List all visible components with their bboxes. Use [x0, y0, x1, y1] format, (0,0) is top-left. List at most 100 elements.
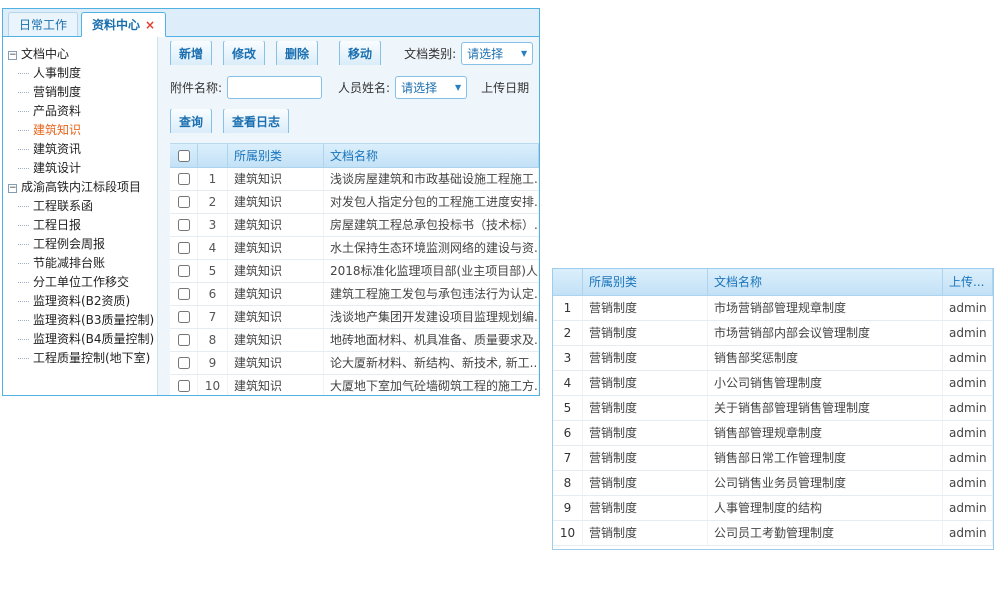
row-number: 7: [553, 446, 583, 470]
attachment-name-input[interactable]: [227, 76, 322, 99]
table-row[interactable]: 7 建筑知识 浅谈地产集团开发建设项目监理规划编...: [170, 306, 539, 329]
move-button[interactable]: 移动: [339, 41, 381, 65]
collapse-icon[interactable]: −: [8, 184, 17, 193]
tree-item-hr-policy[interactable]: 人事制度: [6, 64, 155, 83]
tree-item-quality-control-basement[interactable]: 工程质量控制(地下室): [6, 349, 155, 368]
doc-category-value: 请选择: [467, 45, 503, 62]
tree-item-project-letter[interactable]: 工程联系函: [6, 197, 155, 216]
tree-item-work-transfer[interactable]: 分工单位工作移交: [6, 273, 155, 292]
row-checkbox[interactable]: [178, 265, 190, 277]
marketing-table-body: 1 营销制度 市场营销部管理规章制度 admin 2 营销制度 市场营销部内部会…: [553, 296, 993, 546]
tab-data-center[interactable]: 资料中心 ×: [81, 12, 166, 37]
table-row[interactable]: 5 营销制度 关于销售部管理销售管理制度 admin: [553, 396, 993, 421]
table-row[interactable]: 4 建筑知识 水土保持生态环境监测网络的建设与资...: [170, 237, 539, 260]
row-category: 建筑知识: [228, 352, 324, 374]
row-number: 3: [198, 214, 228, 236]
row-checkbox[interactable]: [178, 219, 190, 231]
table-row[interactable]: 10 建筑知识 大厦地下室加气砼墙砌筑工程的施工方...: [170, 375, 539, 395]
delete-button[interactable]: 删除: [276, 41, 318, 65]
table-row[interactable]: 9 营销制度 人事管理制度的结构 admin: [553, 496, 993, 521]
row-number: 10: [553, 521, 583, 545]
row-number: 6: [553, 421, 583, 445]
tree-item-supervision-b2[interactable]: 监理资料(B2资质): [6, 292, 155, 311]
row-checkbox-cell: [170, 260, 198, 282]
tree-item-construction-design[interactable]: 建筑设计: [6, 159, 155, 178]
search-button[interactable]: 查询: [170, 109, 212, 133]
row-checkbox[interactable]: [178, 334, 190, 346]
table-row[interactable]: 9 建筑知识 论大厦新材料、新结构、新技术, 新工...: [170, 352, 539, 375]
tree-folder-label: 文档中心: [21, 47, 69, 61]
tree-item-marketing-policy[interactable]: 营销制度: [6, 83, 155, 102]
row-category: 营销制度: [583, 521, 708, 545]
tree-folder-chengyu-project[interactable]: −成渝高铁内江标段项目: [6, 178, 155, 197]
row-number: 10: [198, 375, 228, 395]
table-row[interactable]: 8 建筑知识 地砖地面材料、机具准备、质量要求及...: [170, 329, 539, 352]
table-row[interactable]: 3 营销制度 销售部奖惩制度 admin: [553, 346, 993, 371]
close-tab-icon[interactable]: ×: [145, 18, 155, 32]
row-doc-name: 市场营销部管理规章制度: [708, 296, 943, 320]
row-checkbox[interactable]: [178, 288, 190, 300]
table-row[interactable]: 10 营销制度 公司员工考勤管理制度 admin: [553, 521, 993, 546]
row-doc-name: 市场营销部内部会议管理制度: [708, 321, 943, 345]
row-category: 建筑知识: [228, 260, 324, 282]
edit-button[interactable]: 修改: [223, 41, 265, 65]
row-checkbox-cell: [170, 329, 198, 351]
view-log-button[interactable]: 查看日志: [223, 109, 289, 133]
table-row[interactable]: 5 建筑知识 2018标准化监理项目部(业主项目部)人员...: [170, 260, 539, 283]
row-number: 5: [198, 260, 228, 282]
row-checkbox[interactable]: [178, 173, 190, 185]
table-row[interactable]: 8 营销制度 公司销售业务员管理制度 admin: [553, 471, 993, 496]
tree-item-construction-knowledge[interactable]: 建筑知识: [6, 121, 155, 140]
marketing-table-header: 所属别类 文档名称 上传...: [553, 269, 993, 296]
row-checkbox[interactable]: [178, 380, 190, 392]
tab-data-center-label: 资料中心: [92, 16, 140, 33]
table-row[interactable]: 1 营销制度 市场营销部管理规章制度 admin: [553, 296, 993, 321]
row-checkbox-cell: [170, 191, 198, 213]
row-doc-name: 公司销售业务员管理制度: [708, 471, 943, 495]
tree-item-energy-ledger[interactable]: 节能减排台账: [6, 254, 155, 273]
row-category: 营销制度: [583, 296, 708, 320]
row-uploader: admin: [943, 446, 993, 470]
table-row[interactable]: 6 营销制度 销售部管理规章制度 admin: [553, 421, 993, 446]
table-row[interactable]: 3 建筑知识 房屋建筑工程总承包投标书（技术标）...: [170, 214, 539, 237]
doc-category-select[interactable]: 请选择 ▼: [461, 42, 533, 65]
tree-item-product-data[interactable]: 产品资料: [6, 102, 155, 121]
row-doc-name: 浅谈房屋建筑和市政基础设施工程施工...: [324, 168, 539, 190]
table-row[interactable]: 6 建筑知识 建筑工程施工发包与承包违法行为认定...: [170, 283, 539, 306]
row-number: 2: [198, 191, 228, 213]
row-category: 营销制度: [583, 346, 708, 370]
row-uploader: admin: [943, 421, 993, 445]
table-row[interactable]: 2 营销制度 市场营销部内部会议管理制度 admin: [553, 321, 993, 346]
tab-daily-work[interactable]: 日常工作: [8, 12, 78, 36]
row-doc-name: 浅谈地产集团开发建设项目监理规划编...: [324, 306, 539, 328]
row-checkbox[interactable]: [178, 311, 190, 323]
tree-item-supervision-b3[interactable]: 监理资料(B3质量控制): [6, 311, 155, 330]
tree-item-construction-news[interactable]: 建筑资讯: [6, 140, 155, 159]
tree-item-weekly-meeting-report[interactable]: 工程例会周报: [6, 235, 155, 254]
tree-folder-document-center[interactable]: −文档中心: [6, 45, 155, 64]
chevron-down-icon: ▼: [455, 83, 461, 92]
tree-item-supervision-b4[interactable]: 监理资料(B4质量控制): [6, 330, 155, 349]
row-category: 建筑知识: [228, 306, 324, 328]
row-checkbox[interactable]: [178, 357, 190, 369]
row-checkbox[interactable]: [178, 196, 190, 208]
row-doc-name: 房屋建筑工程总承包投标书（技术标）...: [324, 214, 539, 236]
table-row[interactable]: 2 建筑知识 对发包人指定分包的工程施工进度安排...: [170, 191, 539, 214]
row-doc-name: 关于销售部管理销售管理制度: [708, 396, 943, 420]
tree-folder-label: 成渝高铁内江标段项目: [21, 180, 141, 194]
filter-row: 附件名称: 人员姓名: 请选择 ▼ 上传日期: [170, 75, 539, 99]
table-row[interactable]: 4 营销制度 小公司销售管理制度 admin: [553, 371, 993, 396]
table-row[interactable]: 7 营销制度 销售部日常工作管理制度 admin: [553, 446, 993, 471]
row-checkbox[interactable]: [178, 242, 190, 254]
tree-item-daily-report[interactable]: 工程日报: [6, 216, 155, 235]
uploader-column-header: 上传...: [943, 269, 993, 295]
row-number: 7: [198, 306, 228, 328]
select-all-checkbox[interactable]: [178, 150, 190, 162]
row-category: 营销制度: [583, 396, 708, 420]
collapse-icon[interactable]: −: [8, 51, 17, 60]
person-name-select[interactable]: 请选择 ▼: [395, 76, 467, 99]
row-number: 1: [553, 296, 583, 320]
table-row[interactable]: 1 建筑知识 浅谈房屋建筑和市政基础设施工程施工...: [170, 168, 539, 191]
documents-table-body: 1 建筑知识 浅谈房屋建筑和市政基础设施工程施工... 2 建筑知识 对发包人指…: [170, 168, 539, 395]
add-button[interactable]: 新增: [170, 41, 212, 65]
